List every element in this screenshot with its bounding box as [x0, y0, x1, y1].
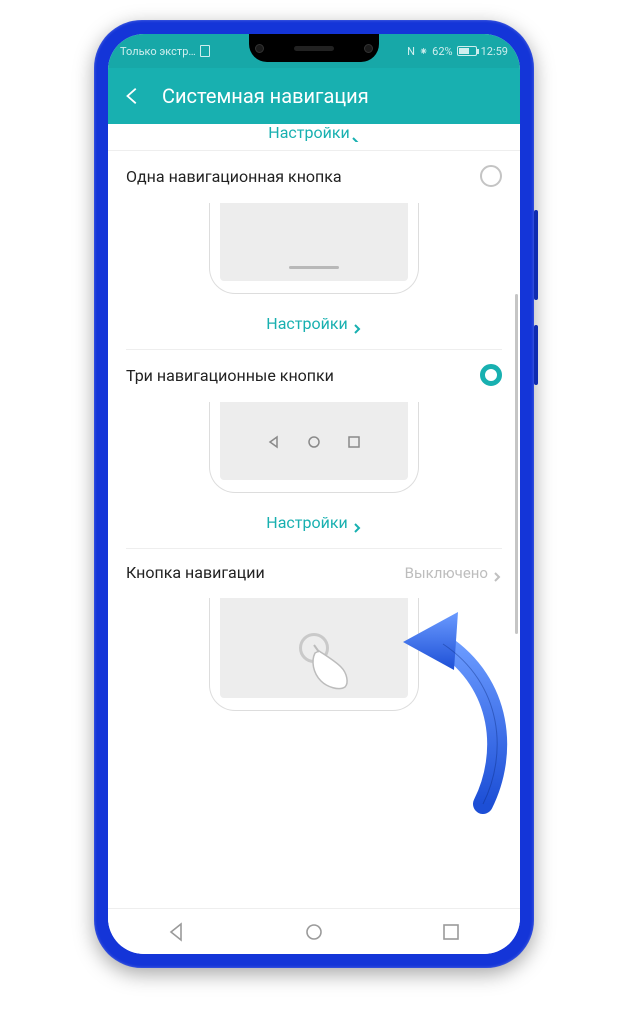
settings-link-single[interactable]: Настройки	[266, 314, 361, 333]
screen: Только экстр… N ⁕ 62% 12:59 Системная на…	[108, 34, 520, 954]
scroll-area[interactable]: Настройки Одна навигационная кнопка	[108, 124, 520, 908]
option-title: Одна навигационная кнопка	[126, 167, 342, 186]
option-title: Три навигационные кнопки	[126, 366, 334, 385]
home-circle-icon	[307, 434, 321, 448]
option-title: Кнопка навигации	[126, 563, 265, 582]
settings-link-three[interactable]: Настройки	[266, 513, 361, 532]
back-triangle-icon	[267, 434, 281, 448]
sys-recent-icon[interactable]	[440, 921, 462, 943]
sys-back-icon[interactable]	[166, 921, 188, 943]
home-pill-icon	[289, 266, 339, 269]
scrollbar[interactable]	[515, 294, 518, 634]
volume-button	[534, 210, 538, 300]
nfc-icon: N	[407, 45, 415, 58]
recent-square-icon	[347, 434, 361, 448]
power-button	[534, 325, 538, 385]
display-notch	[249, 34, 379, 62]
radio-selected[interactable]	[480, 364, 502, 386]
option-nav-button[interactable]: Кнопка навигации Выключено	[108, 549, 520, 761]
chevron-right-icon	[350, 132, 360, 142]
preview-single-nav	[126, 197, 502, 304]
preview-float-nav	[126, 592, 502, 721]
sim-icon	[200, 45, 210, 57]
touch-gesture-icon	[299, 633, 329, 663]
sys-home-icon[interactable]	[303, 921, 325, 943]
phone-frame: Только экстр… N ⁕ 62% 12:59 Системная на…	[94, 20, 534, 968]
option-three-nav-buttons[interactable]: Три навигационные кнопки	[108, 350, 520, 549]
prev-option-settings-link[interactable]: Настройки	[108, 124, 520, 151]
preview-three-nav	[126, 396, 502, 503]
chevron-right-icon	[352, 518, 362, 528]
app-bar: Системная навигация	[108, 68, 520, 124]
bluetooth-icon: ⁕	[419, 45, 428, 58]
radio-unselected[interactable]	[480, 165, 502, 187]
status-time: 12:59	[481, 45, 508, 58]
option-status: Выключено	[405, 564, 502, 582]
back-icon[interactable]	[122, 85, 144, 107]
option-single-nav-button[interactable]: Одна навигационная кнопка Настройки	[108, 151, 520, 350]
chevron-right-icon	[352, 319, 362, 329]
battery-percent: 62%	[432, 45, 452, 58]
system-nav-bar	[108, 908, 520, 954]
content-area: Настройки Одна навигационная кнопка	[108, 124, 520, 908]
status-carrier: Только экстр…	[120, 45, 196, 58]
page-title: Системная навигация	[162, 84, 369, 108]
battery-icon	[457, 46, 477, 56]
chevron-right-icon	[492, 568, 502, 578]
